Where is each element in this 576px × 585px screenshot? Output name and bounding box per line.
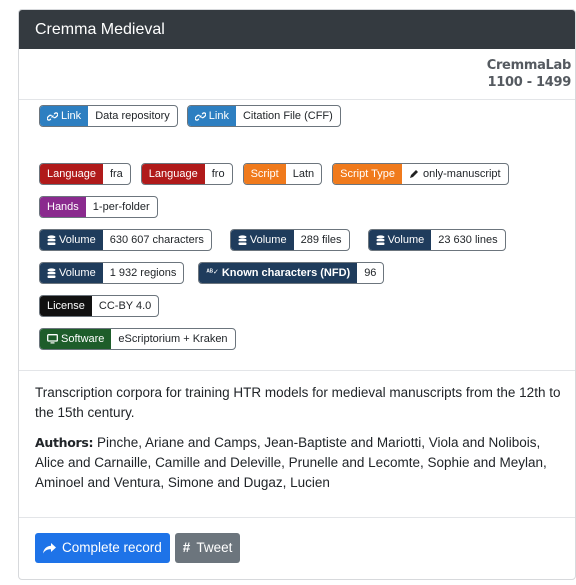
meta-area: CremmaLab 1100 - 1499 [19,49,575,100]
desktop-icon [47,334,58,344]
badge-license: License CC-BY 4.0 [39,295,160,317]
badge-value: CC-BY 4.0 [98,300,152,312]
complete-record-button[interactable]: Complete record [35,533,170,563]
card-footer: Complete record # Tweet [19,517,575,579]
authors-list: Pinche, Ariane and Camps, Jean-Baptiste … [35,435,547,490]
badge-key: Script Type [333,164,402,184]
badge-key: Language [40,164,103,184]
badge-key: Link [208,110,229,122]
badge-key: Volume [387,234,425,246]
lab-name: CremmaLab [486,58,572,73]
badge-link-citation-file[interactable]: Link Citation File (CFF) [186,105,341,127]
link-icon [194,111,206,122]
badge-volume-regions: Volume 1 932 regions [39,262,185,284]
badge-volume-characters: Volume 630 607 characters [39,229,212,251]
badge-key: Volume [59,234,96,246]
badge-value: 289 files [300,234,342,246]
badge-volume-lines: Volume 23 630 lines [367,229,506,251]
database-icon [238,234,247,246]
database-icon [376,234,385,246]
link-icon [47,111,58,122]
badge-known-characters: ᴬᴮ✓ Known characters (NFD) 96 [198,262,385,284]
badge-script: Script Latn [242,163,323,185]
badge-value: Latn [292,168,315,180]
badge-volume-files: Volume 289 files [229,229,350,251]
lab-info: CremmaLab 1100 - 1499 [486,57,572,91]
badge-value: 630 607 characters [109,234,204,246]
period: 1100 - 1499 [487,75,571,90]
badge-value: Data repository [95,110,170,122]
badge-key: Known characters (NFD) [221,267,351,279]
complete-record-label: Complete record [62,540,162,555]
badge-key: License [40,296,92,316]
card-title: Cremma Medieval [19,10,575,49]
badge-key: Script [243,164,286,184]
badge-area: Link Data repository Link Citation File … [19,100,575,370]
badge-hands: Hands 1-per-folder [39,196,158,218]
description-section: Transcription corpora for training HTR m… [19,370,575,516]
badge-key: Link [61,110,82,122]
badge-value: eScriptorium + Kraken [118,333,228,345]
badge-key: Hands [40,197,86,217]
badge-value: fro [211,168,225,180]
badge-language-fra: Language fra [39,163,131,185]
badge-link-data-repository[interactable]: Link Data repository [39,105,178,127]
badge-value: Citation File (CFF) [242,110,333,122]
authors-label: Authors: [35,435,94,450]
database-icon [47,267,56,279]
hashtag-icon: # [182,540,191,555]
badge-value: only-manuscript [422,168,501,180]
spell-check-icon: ᴬᴮ✓ [206,269,219,276]
tweet-button[interactable]: # Tweet [174,533,241,563]
dataset-card: Cremma Medieval CremmaLab 1100 - 1499 Li… [18,9,576,580]
badge-script-type: Script Type only-manuscript [332,163,509,185]
badge-value: 96 [364,267,377,279]
share-icon [43,542,56,554]
badge-value: fra [109,168,123,180]
pen-icon [409,169,419,179]
database-icon [47,234,56,246]
badge-value: 23 630 lines [438,234,498,246]
badge-value: 1 932 regions [109,267,177,279]
badge-language-fro: Language fro [140,163,233,185]
authors: Authors: Pinche, Ariane and Camps, Jean-… [35,433,561,493]
badge-key: Software [61,333,105,345]
tweet-label: Tweet [196,540,233,555]
badge-key: Volume [59,267,96,279]
badge-key: Language [141,164,205,184]
badge-value: 1-per-folder [92,201,150,213]
description-text: Transcription corpora for training HTR m… [35,385,561,420]
badge-software: Software eScriptorium + Kraken [39,328,236,350]
badge-key: Volume [249,234,287,246]
